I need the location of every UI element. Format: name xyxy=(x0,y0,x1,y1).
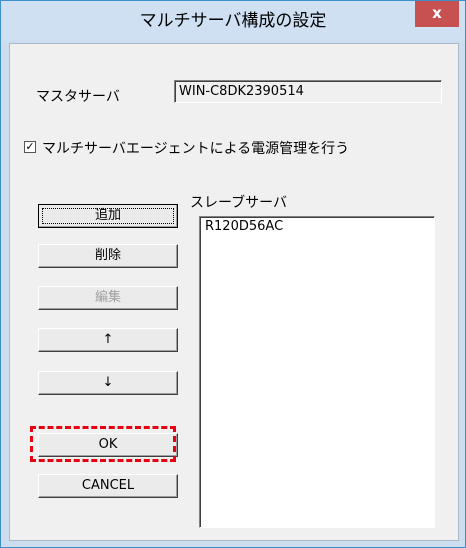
power-management-checkbox[interactable]: ✓ xyxy=(24,141,36,153)
close-button[interactable]: x xyxy=(415,1,459,27)
focus-rectangle xyxy=(42,208,174,224)
master-server-field: WIN-C8DK2390514 xyxy=(174,80,442,103)
slave-server-label: スレーブサーバ xyxy=(190,195,288,211)
delete-button[interactable]: 削除 xyxy=(38,244,178,268)
dialog-body: マスタサーバ WIN-C8DK2390514 ✓ マルチサーバエージェントによる… xyxy=(9,43,459,541)
dialog-title: マルチサーバ構成の設定 xyxy=(139,11,327,31)
slave-server-list[interactable]: R120D56AC xyxy=(199,216,435,528)
move-down-button[interactable]: ↓ xyxy=(38,371,178,395)
cancel-button[interactable]: CANCEL xyxy=(38,474,178,498)
list-item[interactable]: R120D56AC xyxy=(200,217,434,235)
title-bar: マルチサーバ構成の設定 x xyxy=(1,1,465,41)
move-up-button[interactable]: ↑ xyxy=(38,328,178,352)
add-button[interactable]: 追加 xyxy=(38,204,178,228)
ok-highlight-annotation xyxy=(30,426,176,462)
multi-server-config-dialog: マルチサーバ構成の設定 x マスタサーバ WIN-C8DK2390514 ✓ マ… xyxy=(0,0,466,548)
master-server-label: マスタサーバ xyxy=(36,89,120,105)
power-management-label[interactable]: マルチサーバエージェントによる電源管理を行う xyxy=(42,138,349,158)
edit-button: 編集 xyxy=(38,286,178,310)
